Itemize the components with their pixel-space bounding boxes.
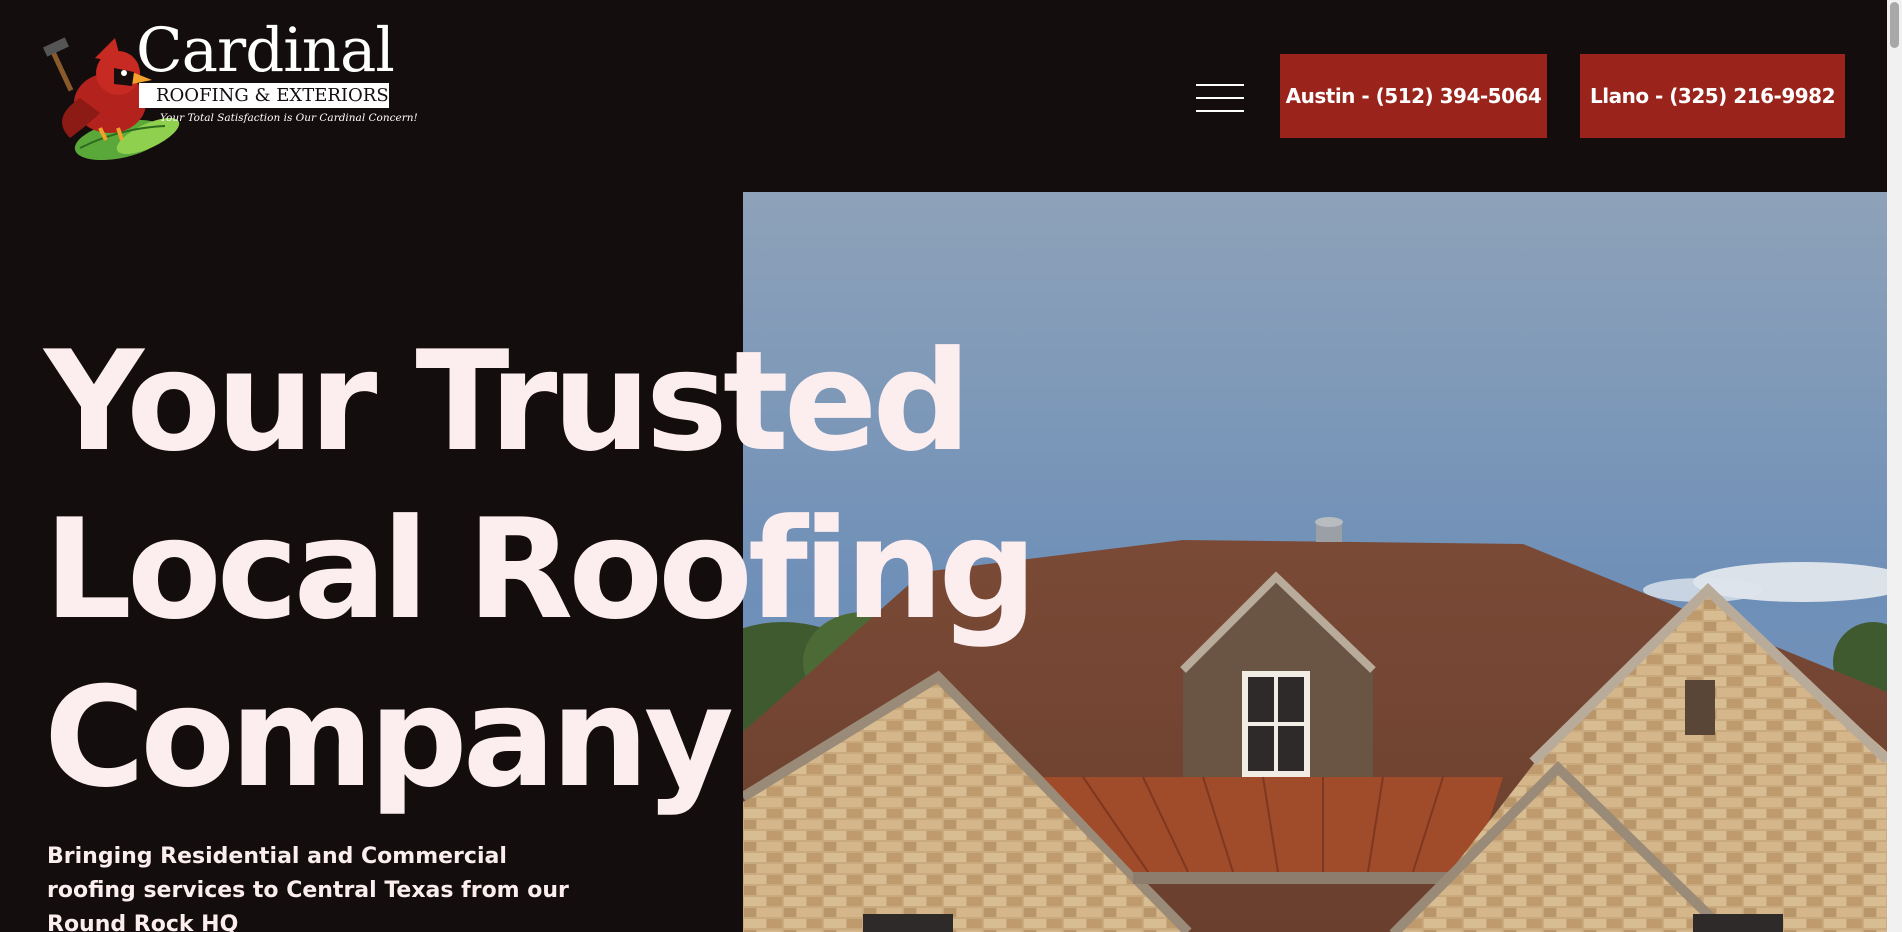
- company-logo[interactable]: Cardinal ROOFING & EXTERIORS LLC Your Tot…: [40, 20, 418, 163]
- hamburger-line: [1196, 110, 1244, 112]
- hero-title: Your Trusted Local Roofing Company: [44, 318, 1037, 822]
- logo-name: Cardinal: [136, 15, 395, 86]
- page: Cardinal ROOFING & EXTERIORS LLC Your Tot…: [0, 0, 1902, 932]
- scrollbar-thumb[interactable]: [1890, 2, 1899, 48]
- hamburger-menu-icon[interactable]: [1196, 84, 1244, 112]
- hero-subtitle: Bringing Residential and Commercial roof…: [47, 844, 569, 932]
- logo-subtitle-text: ROOFING & EXTERIORS: [156, 85, 389, 106]
- logo-subtitle: ROOFING & EXTERIORS LLC: [139, 83, 405, 108]
- hero-title-line: Company: [44, 657, 734, 818]
- hero-title-line: Your Trusted: [44, 321, 971, 482]
- logo-tagline: Your Total Satisfaction is Our Cardinal …: [160, 112, 418, 124]
- page-scrollbar[interactable]: [1887, 0, 1902, 932]
- llano-phone-button[interactable]: Llano - (325) 216-9982: [1580, 54, 1845, 138]
- hamburger-line: [1196, 97, 1244, 99]
- austin-phone-button[interactable]: Austin - (512) 394-5064: [1280, 54, 1547, 138]
- logo-llc: LLC: [390, 91, 406, 100]
- hamburger-line: [1196, 84, 1244, 86]
- hero-title-line: Local Roofing: [44, 489, 1037, 650]
